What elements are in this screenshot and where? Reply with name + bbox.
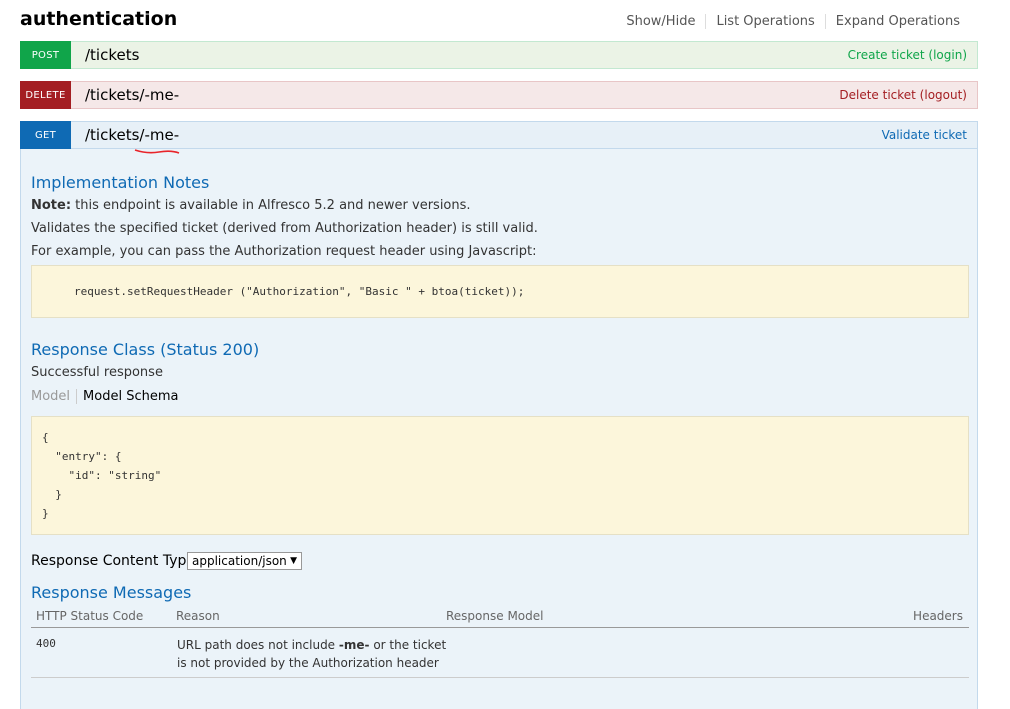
schema-line: {	[42, 431, 49, 444]
reason-bold: -me-	[338, 638, 370, 652]
model-tabs: Model Model Schema	[31, 389, 178, 404]
operation-summary[interactable]: Delete ticket (logout)	[839, 88, 967, 102]
schema-line: }	[42, 488, 62, 501]
method-badge-post[interactable]: POST	[20, 41, 71, 69]
operation-path[interactable]: /tickets/-me-	[85, 126, 179, 144]
operation-path[interactable]: /tickets/-me-	[85, 86, 179, 104]
method-badge-delete[interactable]: DELETE	[20, 81, 71, 109]
expand-operations-link[interactable]: Expand Operations	[824, 14, 970, 29]
schema-line: "id": "string"	[42, 469, 162, 482]
dropdown-arrow-icon: ▼	[290, 556, 297, 566]
col-reason: Reason	[176, 609, 220, 623]
operation-post-tickets[interactable]: POST /tickets Create ticket (login)	[20, 41, 978, 69]
code-example-box: request.setRequestHeader ("Authorization…	[31, 265, 969, 318]
show-hide-link[interactable]: Show/Hide	[616, 14, 705, 29]
code-example: request.setRequestHeader ("Authorization…	[74, 285, 525, 298]
reason-text: URL path does not include -me- or the ti…	[177, 636, 446, 672]
schema-line: }	[42, 507, 49, 520]
operation-path[interactable]: /tickets	[85, 46, 139, 64]
operation-delete-ticket[interactable]: DELETE /tickets/-me- Delete ticket (logo…	[20, 81, 978, 109]
note-label: Note:	[31, 198, 72, 213]
description-line: Validates the specified ticket (derived …	[31, 221, 538, 236]
section-title[interactable]: authentication	[20, 8, 177, 30]
col-http-status-code: HTTP Status Code	[36, 609, 144, 623]
operation-get-ticket[interactable]: GET /tickets/-me- Validate ticket	[20, 121, 978, 149]
note-text: this endpoint is available in Alfresco 5…	[71, 198, 471, 213]
status-code-400: 400	[36, 637, 56, 650]
response-messages-heading: Response Messages	[31, 583, 192, 602]
tab-model[interactable]: Model	[31, 389, 78, 404]
content-type-label: Response Content Type	[31, 553, 195, 569]
operation-details-panel: Implementation Notes Note: this endpoint…	[20, 149, 978, 709]
content-type-value: application/json	[192, 554, 287, 568]
table-row: 400 URL path does not include -me- or th…	[31, 627, 969, 678]
response-description: Successful response	[31, 365, 163, 380]
response-messages-header: HTTP Status Code Reason Response Model H…	[31, 607, 969, 628]
reason-part: URL path does not include	[177, 638, 339, 652]
operation-summary[interactable]: Validate ticket	[882, 128, 967, 142]
operation-summary[interactable]: Create ticket (login)	[848, 48, 967, 62]
schema-line: "entry": {	[42, 450, 122, 463]
reason-part: or the ticket	[369, 638, 447, 652]
col-response-model: Response Model	[446, 609, 544, 623]
list-operations-link[interactable]: List Operations	[705, 14, 824, 29]
implementation-notes-heading: Implementation Notes	[31, 173, 210, 192]
response-class-heading: Response Class (Status 200)	[31, 340, 260, 359]
example-line: For example, you can pass the Authorizat…	[31, 244, 537, 259]
reason-line2: is not provided by the Authorization hea…	[177, 656, 439, 670]
content-type-select[interactable]: application/json ▼	[187, 552, 302, 570]
model-schema-box: { "entry": { "id": "string" } }	[31, 416, 969, 535]
col-headers: Headers	[913, 609, 963, 623]
method-badge-get[interactable]: GET	[20, 121, 71, 149]
red-underline-annotation	[134, 149, 180, 154]
note-line: Note: this endpoint is available in Alfr…	[31, 198, 471, 213]
header-links: Show/Hide List Operations Expand Operati…	[616, 14, 970, 29]
tab-model-schema[interactable]: Model Schema	[77, 389, 178, 404]
